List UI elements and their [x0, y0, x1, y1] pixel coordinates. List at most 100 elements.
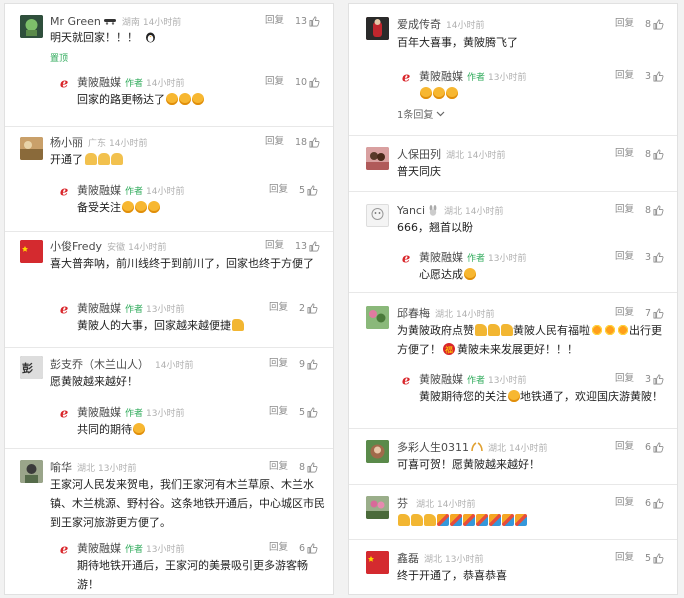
reply-button[interactable]: 回复	[615, 439, 634, 455]
author-name[interactable]: 黄陂融媒	[77, 300, 121, 316]
avatar[interactable]	[366, 551, 389, 574]
author-name[interactable]: 黄陂融媒	[77, 540, 121, 556]
avatar[interactable]	[20, 460, 43, 483]
reply-button[interactable]: 回复	[615, 68, 634, 84]
username[interactable]: Yanci	[397, 204, 425, 217]
author-name[interactable]: 黄陂融媒	[77, 182, 121, 198]
location: 湖北	[488, 443, 507, 454]
like-button[interactable]: 2	[299, 300, 318, 316]
reply-button[interactable]: 回复	[265, 74, 284, 90]
comment-text: 百年大喜事，黄陂腾飞了	[397, 36, 518, 49]
username[interactable]: 彭支乔（木兰山人）	[50, 356, 149, 372]
like-button[interactable]: 8	[645, 146, 664, 162]
like-button[interactable]: 13	[295, 238, 320, 254]
author-avatar[interactable]: e	[401, 251, 414, 264]
reply-button[interactable]: 回复	[615, 495, 634, 511]
timestamp: 13小时前	[98, 463, 137, 474]
author-avatar[interactable]: e	[59, 184, 72, 197]
reply-button[interactable]: 回复	[615, 249, 634, 265]
username[interactable]: 爱成传奇	[397, 16, 441, 32]
avatar[interactable]	[366, 17, 389, 40]
username[interactable]: 芬	[397, 495, 408, 511]
timestamp: 13小时前	[146, 304, 185, 315]
author-avatar[interactable]: e	[401, 373, 414, 386]
avatar[interactable]	[20, 137, 43, 160]
timestamp: 13小时前	[488, 375, 527, 386]
reply-button[interactable]: 回复	[265, 238, 284, 254]
username[interactable]: 邱春梅	[397, 305, 430, 321]
avatar[interactable]	[20, 240, 43, 263]
like-button[interactable]: 5	[645, 550, 664, 566]
username[interactable]: 人保田列	[397, 146, 441, 162]
username[interactable]: 小俊Fredy	[50, 238, 102, 254]
author-name[interactable]: 黄陂融媒	[419, 249, 463, 265]
username[interactable]: 杨小丽	[50, 134, 83, 150]
author-name[interactable]: 黄陂融媒	[419, 371, 463, 387]
like-button[interactable]: 8	[299, 459, 318, 475]
avatar[interactable]	[20, 15, 43, 38]
like-button[interactable]: 3	[645, 249, 664, 265]
like-button[interactable]: 5	[299, 182, 318, 198]
username[interactable]: 喻华	[50, 459, 72, 475]
timestamp: 14小时前	[456, 309, 495, 320]
avatar[interactable]	[366, 496, 389, 519]
location: 广东	[88, 138, 107, 149]
reply-button[interactable]: 回复	[615, 305, 634, 321]
like-button[interactable]: 3	[645, 68, 664, 84]
comment-text-content: 明天就回家！！！	[50, 31, 138, 44]
reply-button[interactable]: 回复	[269, 459, 288, 475]
username[interactable]: 多彩人生0311	[397, 439, 469, 455]
author-avatar[interactable]: e	[59, 406, 72, 419]
reply-button[interactable]: 回复	[615, 16, 634, 32]
author-avatar[interactable]: e	[59, 76, 72, 89]
comment-item: 彭 彭支乔（木兰山人） 14小时前 回复 9 愿黄陂越来越好！ e 黄陂融媒 作…	[5, 347, 333, 448]
reply-button[interactable]: 回复	[269, 540, 288, 556]
comment-item: Mr Green 湖南 14小时前 回复 13 明天就回家！！！ 置顶 e 黄陂…	[5, 4, 333, 126]
like-button[interactable]: 8	[645, 202, 664, 218]
avatar[interactable]: 彭	[20, 356, 43, 379]
timestamp: 13小时前	[445, 554, 484, 565]
like-button[interactable]: 9	[299, 356, 318, 372]
reply-button[interactable]: 回复	[615, 202, 634, 218]
reply-button[interactable]: 回复	[269, 182, 288, 198]
username[interactable]: Mr Green	[50, 15, 101, 28]
author-avatar[interactable]: e	[59, 542, 72, 555]
username[interactable]: 鑫磊	[397, 550, 419, 566]
like-button[interactable]: 6	[645, 439, 664, 455]
svg-text:彭: 彭	[22, 361, 33, 375]
reply-button[interactable]: 回复	[269, 356, 288, 372]
reply-button[interactable]: 回复	[615, 371, 634, 387]
author-avatar[interactable]: e	[59, 302, 72, 315]
like-button[interactable]: 5	[299, 404, 318, 420]
like-button[interactable]: 6	[299, 540, 318, 556]
reply-button[interactable]: 回复	[269, 300, 288, 316]
like-button[interactable]: 10	[295, 74, 320, 90]
avatar[interactable]	[366, 440, 389, 463]
reply-button[interactable]: 回复	[265, 13, 284, 29]
like-button[interactable]: 13	[295, 13, 320, 29]
grin-emoji-icon	[178, 93, 191, 105]
reply-button[interactable]: 回复	[265, 134, 284, 150]
like-button[interactable]: 3	[645, 371, 664, 387]
like-button[interactable]: 6	[645, 495, 664, 511]
avatar[interactable]	[366, 204, 389, 227]
party-popper-emoji-icon	[436, 514, 449, 526]
author-avatar[interactable]: e	[401, 70, 414, 83]
comment-meta: Yanci 湖北 14小时前	[397, 202, 504, 218]
reply-button[interactable]: 回复	[615, 146, 634, 162]
reply-button[interactable]: 回复	[615, 550, 634, 566]
avatar[interactable]	[366, 147, 389, 170]
avatar[interactable]	[366, 306, 389, 329]
view-more-replies-button[interactable]: 1条回复	[397, 106, 445, 121]
pinned-badge: 置顶	[50, 54, 69, 64]
reply-button[interactable]: 回复	[269, 404, 288, 420]
author-name[interactable]: 黄陂融媒	[419, 68, 463, 84]
like-button[interactable]: 7	[645, 305, 664, 321]
like-button[interactable]: 18	[295, 134, 320, 150]
comment-meta: 邱春梅 湖北 14小时前	[397, 305, 494, 321]
author-name[interactable]: 黄陂融媒	[77, 404, 121, 420]
like-button[interactable]: 8	[645, 16, 664, 32]
author-name[interactable]: 黄陂融媒	[77, 74, 121, 90]
reply-meta: 黄陂融媒 作者 13小时前	[77, 300, 184, 316]
grin-emoji-icon	[134, 201, 147, 213]
